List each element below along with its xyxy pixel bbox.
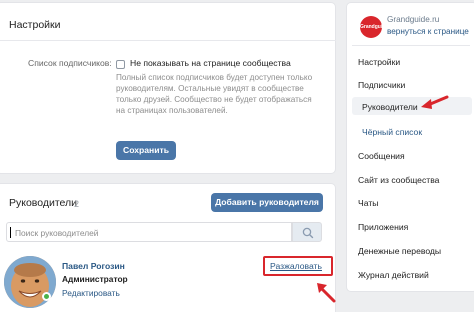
search-placeholder: Поиск руководителей (15, 228, 99, 238)
demote-link[interactable]: Разжаловать (270, 261, 322, 271)
menu-separator (352, 45, 470, 46)
menu-item-action-log[interactable]: Журнал действий (358, 270, 429, 280)
arrow-annotation-icon (317, 283, 336, 303)
menu-item-blacklist[interactable]: Чёрный список (362, 127, 422, 137)
search-button[interactable] (292, 222, 322, 242)
save-button[interactable]: Сохранить (116, 141, 176, 160)
add-manager-button[interactable]: Добавить руководителя (211, 193, 323, 212)
arrow-annotation-icon (421, 95, 449, 109)
group-logo[interactable]: Grandguide (360, 16, 388, 38)
menu-item-money-transfers[interactable]: Денежные переводы (358, 246, 441, 256)
edit-manager-link[interactable]: Редактировать (62, 288, 120, 298)
text-caret (10, 227, 11, 238)
hide-subscribers-label[interactable]: Не показывать на странице сообщества (130, 58, 291, 68)
menu-item-chats[interactable]: Чаты (358, 198, 378, 208)
manager-role: Администратор (62, 274, 128, 284)
online-indicator (42, 292, 51, 301)
menu-item-messages[interactable]: Сообщения (358, 151, 405, 161)
search-icon (302, 227, 314, 239)
managers-title: Руководители (9, 197, 78, 209)
subscribers-hint: Полный список подписчиков будет доступен… (116, 73, 313, 115)
managers-count: 2 (74, 199, 80, 209)
manager-name[interactable]: Павел Рогозин (62, 261, 125, 271)
subscribers-label: Список подписчиков: (28, 58, 112, 68)
menu-item-apps[interactable]: Приложения (358, 222, 408, 232)
menu-item-settings[interactable]: Настройки (358, 57, 400, 67)
settings-title: Настройки (9, 19, 61, 31)
hide-subscribers-checkbox[interactable] (116, 60, 125, 69)
settings-divider (0, 40, 336, 41)
group-name[interactable]: Grandguide.ru (387, 15, 439, 24)
menu-item-managers[interactable]: Руководители (362, 102, 418, 112)
menu-item-website[interactable]: Сайт из сообщества (358, 175, 439, 185)
search-input[interactable]: Поиск руководителей (6, 222, 292, 242)
menu-item-subscribers[interactable]: Подписчики (358, 80, 405, 90)
back-to-page-link[interactable]: вернуться к странице (387, 27, 469, 36)
